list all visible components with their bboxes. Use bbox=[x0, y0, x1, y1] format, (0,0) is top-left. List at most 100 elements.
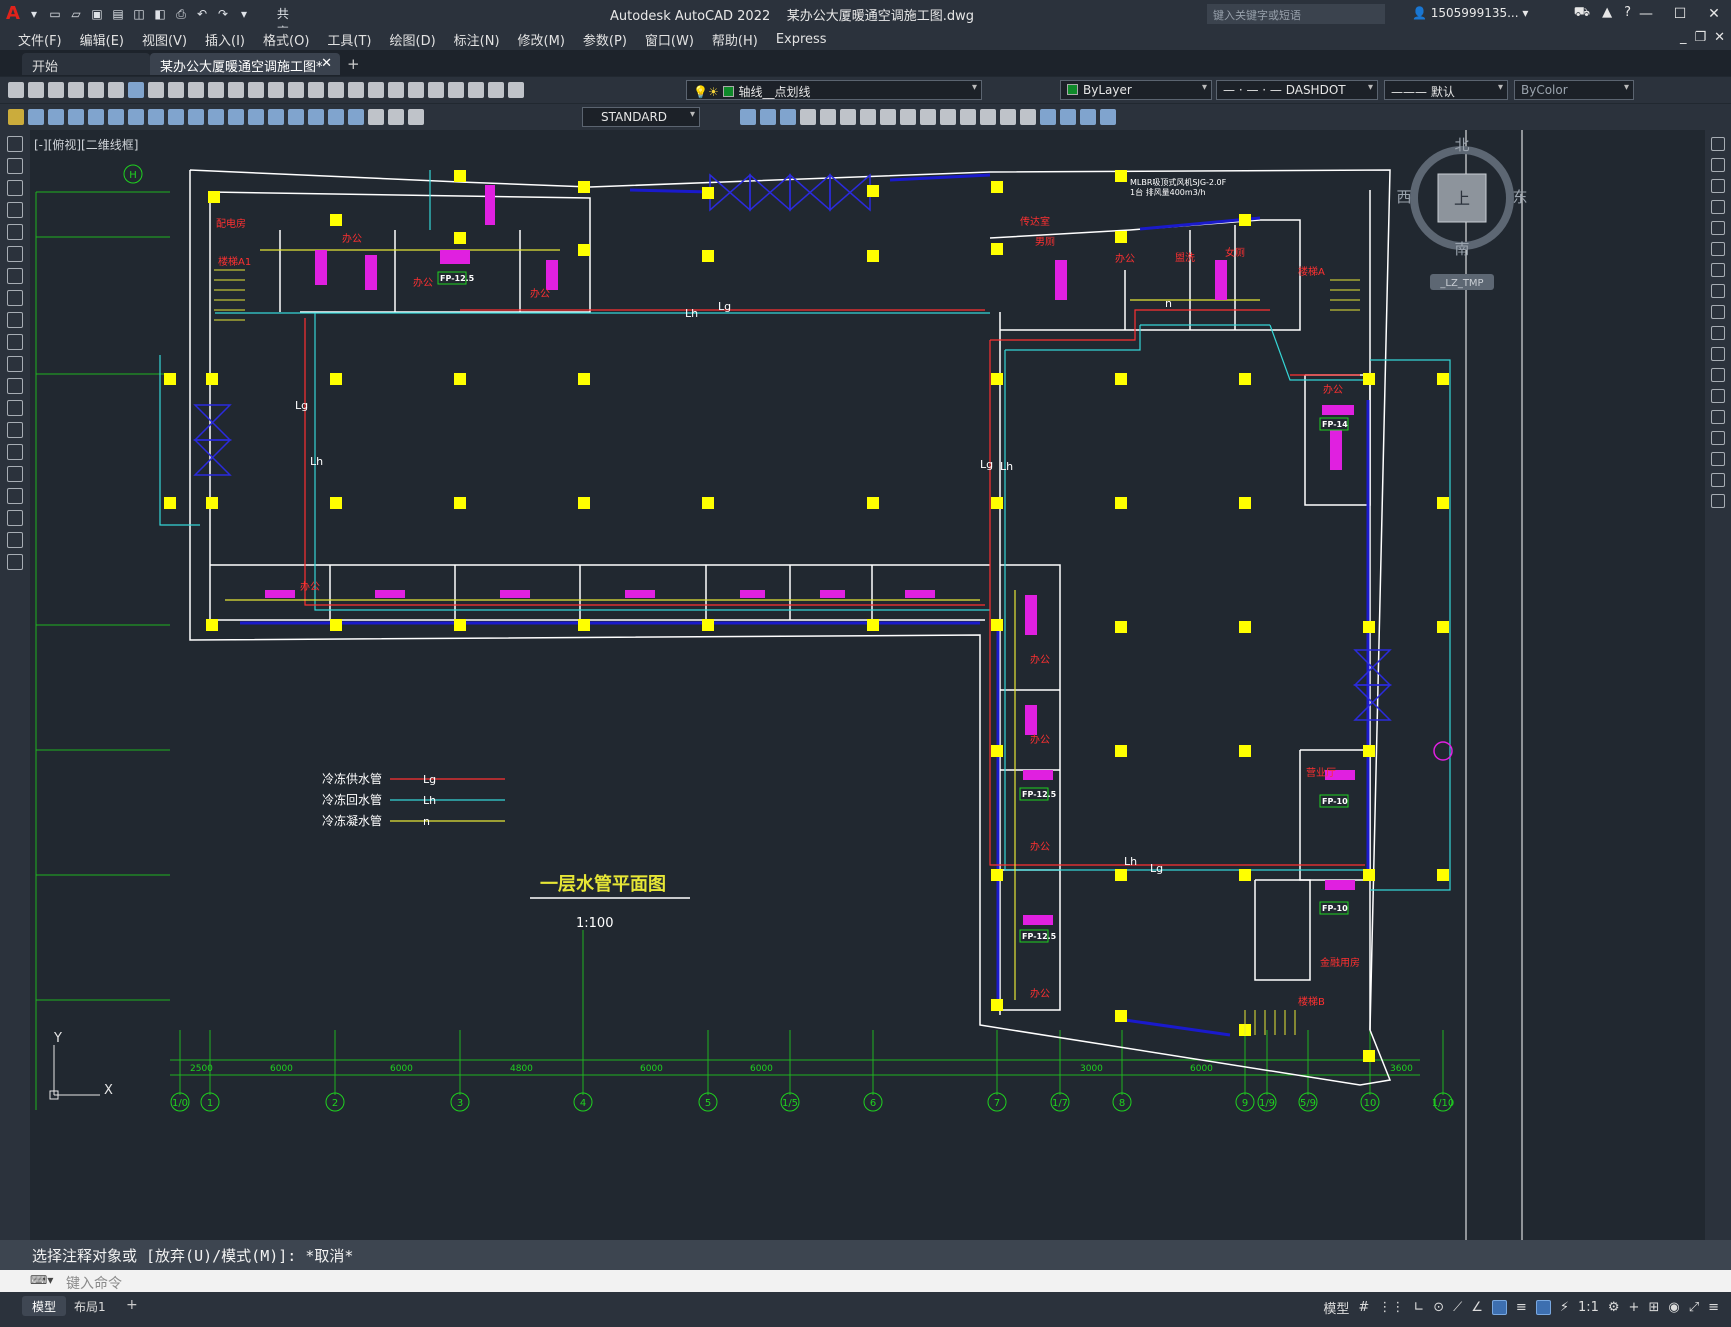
markup-icon[interactable] bbox=[448, 82, 464, 98]
menu-tools[interactable]: 工具(T) bbox=[321, 30, 383, 49]
menu-express[interactable]: Express bbox=[770, 32, 839, 47]
quick-dim-icon[interactable] bbox=[188, 109, 204, 125]
undo-tb-icon[interactable] bbox=[248, 82, 264, 98]
lineweight-dropdown[interactable]: ——— 默认 ▾ bbox=[1384, 80, 1508, 100]
stretch-side-icon[interactable] bbox=[1711, 305, 1725, 319]
save-icon[interactable]: ▣ bbox=[88, 5, 106, 23]
osnap-tracking-icon[interactable]: ∠ bbox=[1471, 1300, 1483, 1315]
linetype-dropdown[interactable]: — · — · — DASHDOT ▾ bbox=[1216, 80, 1378, 100]
save-file-icon[interactable] bbox=[48, 82, 64, 98]
minimize-button[interactable]: — bbox=[1629, 0, 1663, 28]
annotation-visibility-icon[interactable] bbox=[1535, 1300, 1551, 1315]
layer-match-icon[interactable] bbox=[760, 109, 776, 125]
insert-tb-icon[interactable] bbox=[1060, 109, 1076, 125]
arc-length-icon[interactable] bbox=[68, 109, 84, 125]
sheetset-icon[interactable] bbox=[428, 82, 444, 98]
new-tab-button[interactable]: + bbox=[347, 55, 360, 73]
publish-icon[interactable] bbox=[108, 82, 124, 98]
viewcube-south[interactable]: 南 bbox=[1454, 240, 1469, 258]
tab-start[interactable]: 开始 bbox=[22, 53, 150, 75]
mirror-icon[interactable] bbox=[1711, 179, 1725, 193]
isolate-icon[interactable]: ◉ bbox=[1668, 1300, 1679, 1315]
autocad-logo-icon[interactable]: A bbox=[4, 5, 22, 23]
qnew-icon[interactable] bbox=[8, 82, 24, 98]
app-menu-chevron-icon[interactable]: ▾ bbox=[25, 5, 43, 23]
explode-tb-icon[interactable] bbox=[1020, 109, 1036, 125]
workspace-gear-icon[interactable]: ⚙ bbox=[1608, 1300, 1620, 1315]
redo-icon[interactable]: ↷ bbox=[214, 5, 232, 23]
grid-icon[interactable]: # bbox=[1358, 1300, 1369, 1315]
rotate-tb-icon[interactable] bbox=[860, 109, 876, 125]
close-button[interactable]: ✕ bbox=[1697, 0, 1731, 28]
ellipse-arc-icon[interactable] bbox=[7, 356, 23, 372]
design-center-icon[interactable] bbox=[388, 82, 404, 98]
arc-icon[interactable] bbox=[7, 246, 23, 262]
customize-status-icon[interactable]: ≡ bbox=[1708, 1300, 1719, 1315]
plot-icon[interactable] bbox=[68, 82, 84, 98]
center-mark-icon[interactable] bbox=[308, 109, 324, 125]
image-tb-icon[interactable] bbox=[1100, 109, 1116, 125]
array-icon[interactable] bbox=[1711, 221, 1725, 235]
radius-dim-icon[interactable] bbox=[108, 109, 124, 125]
new-icon[interactable]: ▭ bbox=[46, 5, 64, 23]
hatch-icon[interactable] bbox=[7, 444, 23, 460]
fillet-icon[interactable] bbox=[1711, 452, 1725, 466]
tolerance-icon[interactable] bbox=[288, 109, 304, 125]
block-editor-icon[interactable] bbox=[228, 82, 244, 98]
color-dropdown[interactable]: ByLayer ▾ bbox=[1060, 80, 1212, 100]
polyline-icon[interactable] bbox=[7, 180, 23, 196]
ordinate-dim-icon[interactable] bbox=[88, 109, 104, 125]
copy-tb-icon[interactable] bbox=[840, 109, 856, 125]
tool-palettes-icon[interactable] bbox=[408, 82, 424, 98]
plotstyle-dropdown[interactable]: ByColor ▾ bbox=[1514, 80, 1634, 100]
continue-dim-icon[interactable] bbox=[228, 109, 244, 125]
doc-restore-button[interactable]: ❐ bbox=[1694, 30, 1706, 45]
preview-icon[interactable] bbox=[88, 82, 104, 98]
join-icon[interactable] bbox=[1711, 410, 1725, 424]
dim-update-icon[interactable] bbox=[408, 109, 424, 125]
construction-line-icon[interactable] bbox=[7, 158, 23, 174]
break-point-icon[interactable] bbox=[1711, 368, 1725, 382]
cart-icon[interactable]: ⛟ bbox=[1574, 5, 1590, 22]
menu-dimension[interactable]: 标注(N) bbox=[448, 30, 512, 49]
block-tb-icon[interactable] bbox=[1040, 109, 1056, 125]
revcloud-icon[interactable] bbox=[7, 290, 23, 306]
extend-icon[interactable] bbox=[1711, 347, 1725, 361]
layer-isolate-icon[interactable] bbox=[780, 109, 796, 125]
units-icon[interactable]: ⊞ bbox=[1648, 1300, 1659, 1315]
polygon-icon[interactable] bbox=[7, 202, 23, 218]
offset-tb-icon[interactable] bbox=[920, 109, 936, 125]
mirror-tb-icon[interactable] bbox=[900, 109, 916, 125]
command-prefix-icon[interactable]: ⌨▾ bbox=[30, 1273, 53, 1287]
osnap-icon[interactable] bbox=[1491, 1300, 1507, 1315]
add-layout-button[interactable]: + bbox=[126, 1297, 138, 1313]
gradient-icon[interactable] bbox=[7, 466, 23, 482]
tab-model[interactable]: 模型 bbox=[22, 1296, 67, 1316]
a360-icon[interactable]: ▲ bbox=[1602, 5, 1612, 22]
3dprint-icon[interactable] bbox=[128, 82, 144, 98]
viewcube[interactable]: 上 北 南 西 东 _LZ_TMP bbox=[1396, 136, 1528, 290]
menu-draw[interactable]: 绘图(D) bbox=[384, 30, 448, 49]
make-block-icon[interactable] bbox=[7, 400, 23, 416]
polar-icon[interactable]: ⊙ bbox=[1433, 1300, 1444, 1315]
menu-window[interactable]: 窗口(W) bbox=[639, 30, 706, 49]
table-icon[interactable] bbox=[7, 510, 23, 526]
layer-dropdown[interactable]: 💡☀ 轴线__点划线 ▾ bbox=[686, 80, 982, 100]
web-save-icon[interactable]: ◧ bbox=[151, 5, 169, 23]
web-open-icon[interactable]: ◫ bbox=[130, 5, 148, 23]
dim-style-icon[interactable] bbox=[8, 109, 24, 125]
mtext-icon[interactable] bbox=[7, 532, 23, 548]
menu-modify[interactable]: 修改(M) bbox=[512, 30, 577, 49]
pan-icon[interactable] bbox=[288, 82, 304, 98]
doc-close-button[interactable]: ✕ bbox=[1714, 30, 1725, 45]
paste-icon[interactable] bbox=[188, 82, 204, 98]
scale-icon[interactable] bbox=[1711, 284, 1725, 298]
zoom-realtime-icon[interactable] bbox=[308, 82, 324, 98]
dimstyle-dropdown[interactable]: STANDARD ▾ bbox=[582, 107, 700, 127]
dim-space-icon[interactable] bbox=[248, 109, 264, 125]
baseline-dim-icon[interactable] bbox=[208, 109, 224, 125]
move-icon[interactable] bbox=[1711, 242, 1725, 256]
dim-edit-icon[interactable] bbox=[368, 109, 384, 125]
isodraft-icon[interactable]: ⟋ bbox=[1453, 1300, 1462, 1315]
print-icon[interactable]: ⎙ bbox=[172, 5, 190, 23]
